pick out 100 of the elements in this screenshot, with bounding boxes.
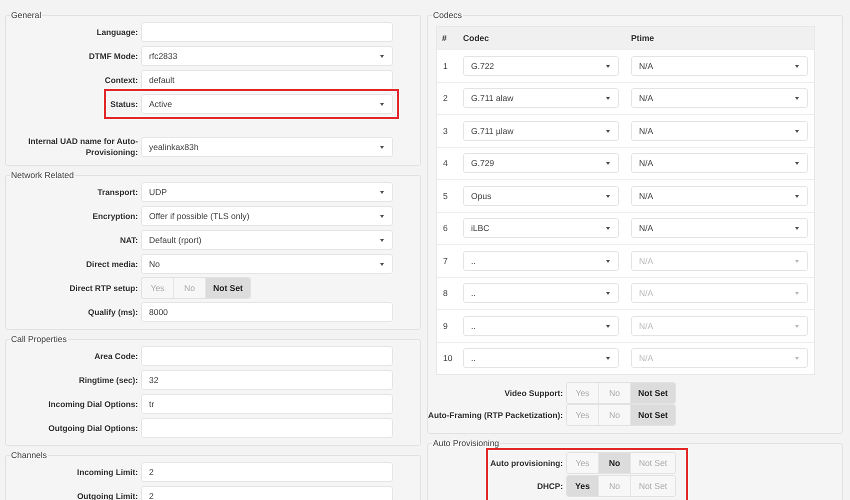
toggle-option[interactable]: Yes [567,476,599,496]
select-field[interactable]: N/A [631,88,808,108]
select-field[interactable]: rfc2833 [141,46,393,66]
input-field[interactable]: 8000 [141,302,393,322]
caret-icon [606,162,610,166]
row-number: 3 [442,126,449,136]
caret-icon [380,146,384,149]
select-field[interactable]: Active [141,94,393,114]
select-field[interactable]: iLBC [463,218,619,238]
caret-icon [606,194,610,198]
section-title: General [10,10,42,20]
toggle-option[interactable]: No [599,453,631,473]
caret-icon [606,227,610,230]
field-label: Incoming Dial Options: [47,400,139,408]
column-header: Ptime [631,33,654,43]
caret-icon [795,292,799,296]
field-label: Outgoing Dial Options: [47,424,139,432]
field-label: Video Support: [503,388,564,398]
caret-icon [380,263,384,266]
field-label: Qualify (ms): [86,308,139,316]
field-label: Encryption: [92,212,139,220]
caret-icon [606,357,610,360]
select-field[interactable]: Default (rport) [141,230,393,250]
input-field[interactable] [141,22,393,42]
field-label: DHCP: [536,482,564,490]
row-number: 8 [442,288,449,298]
caret-icon [380,103,384,106]
row-number: 5 [442,190,449,201]
field-label: Language: [96,28,139,36]
field-label: NAT: [118,236,139,244]
section-title: Auto Provisioning [432,438,500,448]
caret-icon [606,324,610,328]
caret-icon [606,292,610,296]
row-number: 10 [442,353,454,364]
field-label: Status: [109,100,139,108]
field-label: Transport: [96,188,139,196]
input-field[interactable]: tr [141,394,393,414]
caret-icon [795,357,799,360]
caret-icon [606,260,610,263]
field-label: Internal UAD name for Auto-Provisioning: [27,136,139,158]
select-field[interactable]: Opus [463,186,619,206]
row-number: 2 [442,93,449,104]
select-field[interactable]: G.722 [463,56,619,76]
section-title: Call Properties [10,334,68,344]
select-field[interactable]: G.711 µlaw [463,120,619,141]
caret-icon [380,191,384,194]
caret-icon [795,227,799,230]
caret-icon [795,324,799,328]
toggle-option[interactable]: Not Set [206,278,250,298]
select-field[interactable]: N/A [631,120,808,141]
caret-icon [795,64,799,68]
select-field[interactable]: N/A [631,56,808,76]
field-label: Ringtime (sec): [78,376,139,384]
section-title: Codecs [432,10,463,20]
input-field[interactable] [141,346,393,366]
input-field[interactable] [141,418,393,438]
row-number: 6 [442,223,449,234]
field-label: Direct RTP setup: [68,284,139,292]
select-field[interactable]: N/A [631,153,808,174]
field-label: Context: [104,76,139,84]
select-field[interactable]: N/A [631,218,808,238]
field-label: DTMF Mode: [88,52,139,60]
section-title: Channels [10,450,48,460]
section-title: Network Related [10,170,75,180]
input-field[interactable]: 2 [141,486,393,500]
caret-icon [606,64,610,68]
caret-icon [606,97,610,100]
caret-icon [380,239,384,242]
caret-icon [606,130,610,133]
select-field[interactable]: No [141,254,393,274]
input-field[interactable]: 2 [141,462,393,482]
input-field[interactable]: 32 [141,370,393,390]
select-field[interactable]: yealinkax83h [141,137,393,157]
caret-icon [795,194,799,198]
select-field[interactable]: G.729 [463,153,619,174]
caret-icon [380,55,384,58]
select-field[interactable]: N/A [631,186,808,206]
caret-icon [380,215,384,218]
field-label: Auto-Framing (RTP Packetization): [428,410,564,420]
caret-icon [795,130,799,133]
field-label: Outgoing Limit: [76,492,139,500]
input-field[interactable]: default [141,70,393,90]
toggle-option[interactable]: Not Set [631,383,675,403]
field-label: Direct media: [85,260,139,268]
row-number: 7 [442,256,449,266]
toggle-option[interactable]: Not Set [631,405,675,425]
field-label: Area Code: [93,352,139,360]
column-header: Codec [463,33,490,43]
caret-icon [795,97,799,100]
select-field[interactable]: Offer if possible (TLS only) [141,206,393,226]
column-header: # [441,33,448,43]
caret-icon [795,162,799,166]
row-number: 1 [442,60,449,71]
select-field[interactable]: UDP [141,182,393,202]
field-label: Auto provisioning: [489,458,564,468]
row-number: 9 [442,320,449,331]
select-field[interactable]: G.711 alaw [463,88,619,108]
field-label: Incoming Limit: [76,468,139,476]
caret-icon [795,260,799,263]
row-number: 4 [442,158,449,168]
